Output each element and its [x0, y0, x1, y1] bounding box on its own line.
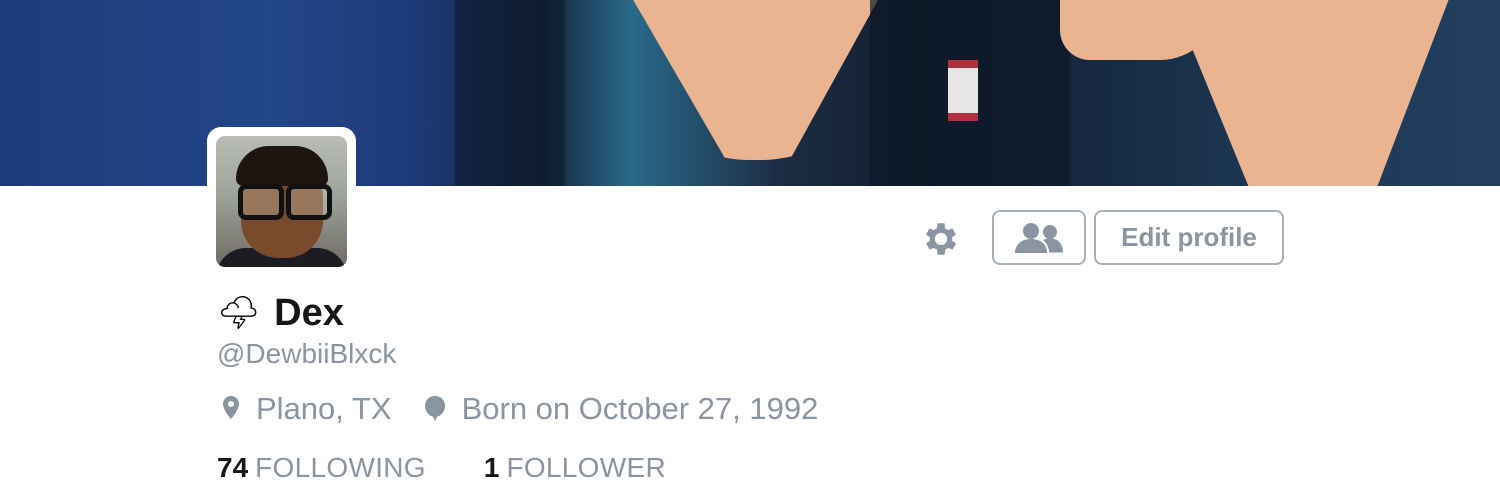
edit-profile-label: Edit profile [1121, 222, 1257, 252]
display-name-row: 🌩 Dex [217, 290, 344, 336]
followers-count: 1 [483, 452, 500, 483]
following-label: FOLLOWING [255, 452, 426, 483]
following-count: 74 [217, 452, 249, 483]
username-handle: @DewbiiBlxck [217, 338, 397, 369]
banner-shadow [455, 0, 565, 186]
avatar-glasses-left [238, 184, 284, 220]
avatar-hair [236, 146, 328, 186]
profile-meta: Plano, TX Born on October 27, 1992 [220, 388, 818, 430]
banner-stripe [948, 60, 978, 121]
avatar-glasses-right [286, 184, 332, 220]
lists-button[interactable] [992, 210, 1086, 265]
storm-cloud-icon: 🌩 [217, 294, 261, 332]
balloon-icon [424, 396, 445, 421]
location-pin-icon [223, 396, 239, 419]
banner-torso-left [610, 0, 900, 160]
banner-torso-right [1160, 0, 1460, 186]
following-stat[interactable]: 74 FOLLOWING [217, 452, 426, 484]
profile-stats: 74 FOLLOWING 1 FOLLOWER [217, 448, 666, 488]
people-icon [1015, 222, 1063, 253]
birthday-text: Born on October 27, 1992 [461, 391, 819, 426]
avatar-photo [216, 136, 347, 267]
location-text: Plano, TX [256, 391, 392, 426]
display-name: Dex [274, 291, 344, 334]
edit-profile-button[interactable]: Edit profile [1094, 210, 1284, 265]
profile-avatar[interactable] [207, 127, 356, 276]
gear-icon[interactable] [920, 218, 962, 260]
followers-stat[interactable]: 1 FOLLOWER [484, 452, 666, 484]
followers-label: FOLLOWER [506, 452, 666, 483]
